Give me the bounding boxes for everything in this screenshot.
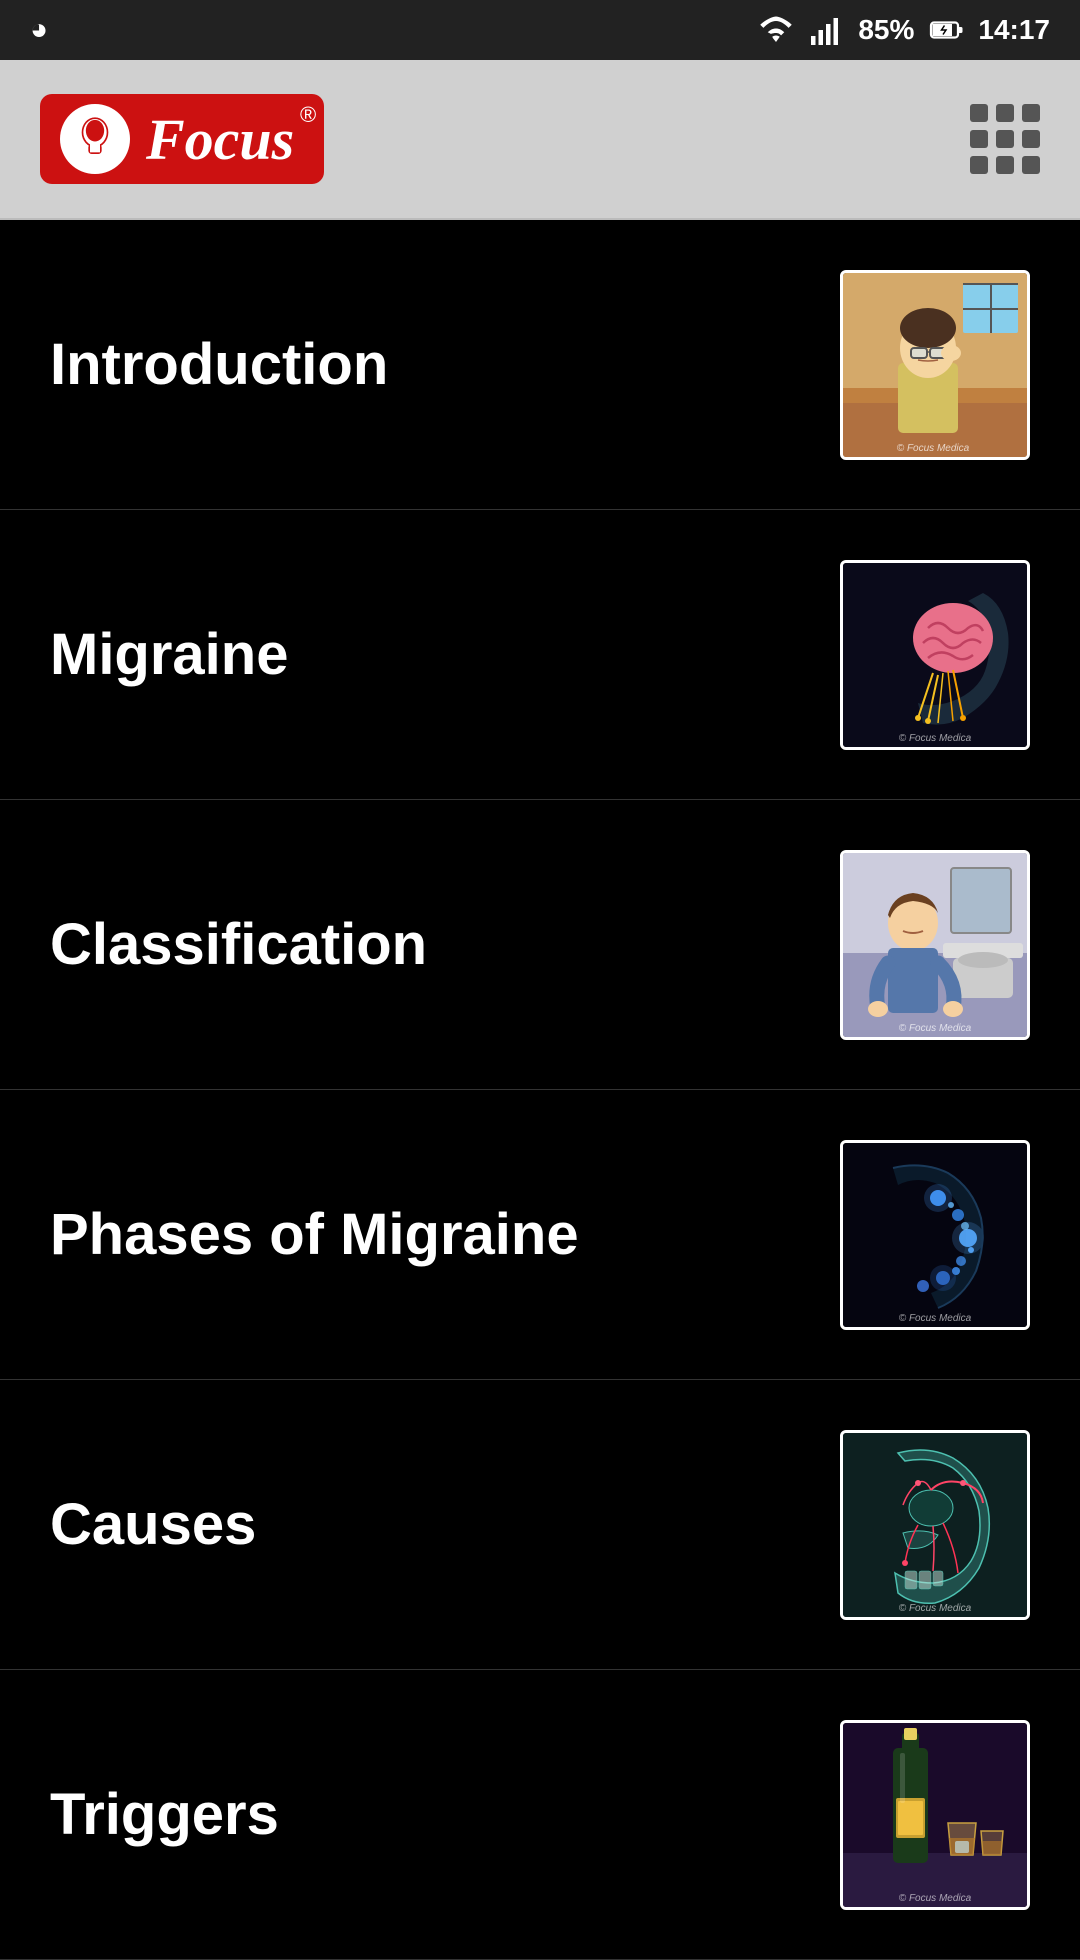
menu-item-label-migraine: Migraine bbox=[50, 621, 840, 688]
grid-dot bbox=[970, 130, 988, 148]
svg-text:© Focus Medica: © Focus Medica bbox=[897, 443, 970, 454]
logo-container: Focus ® bbox=[40, 94, 324, 184]
menu-item-label-classification: Classification bbox=[50, 911, 840, 978]
logo-icon bbox=[60, 104, 130, 174]
grid-dot bbox=[996, 156, 1014, 174]
steering-wheel-icon: ◕ bbox=[30, 13, 48, 47]
svg-text:© Focus Medica: © Focus Medica bbox=[899, 1893, 972, 1904]
grid-dot bbox=[1022, 156, 1040, 174]
registered-symbol: ® bbox=[300, 102, 316, 128]
battery-percent: 85% bbox=[858, 14, 914, 46]
menu-thumbnail-migraine: © Focus Medica bbox=[840, 560, 1030, 750]
menu-item-label-causes: Causes bbox=[50, 1491, 840, 1558]
menu-item-classification[interactable]: Classification bbox=[0, 800, 1080, 1090]
grid-dot bbox=[1022, 104, 1040, 122]
app-header: Focus ® bbox=[0, 60, 1080, 220]
menu-list: Introduction bbox=[0, 220, 1080, 1960]
menu-item-introduction[interactable]: Introduction bbox=[0, 220, 1080, 510]
grid-dot bbox=[1022, 130, 1040, 148]
grid-menu-button[interactable] bbox=[970, 104, 1040, 174]
menu-thumbnail-causes: © Focus Medica bbox=[840, 1430, 1030, 1620]
svg-text:© Focus Medica: © Focus Medica bbox=[899, 1313, 972, 1324]
menu-item-migraine[interactable]: Migraine bbox=[0, 510, 1080, 800]
logo-text: Focus bbox=[146, 106, 294, 173]
menu-thumbnail-introduction: © Focus Medica bbox=[840, 270, 1030, 460]
signal-icon bbox=[808, 12, 844, 48]
logo-badge: Focus ® bbox=[40, 94, 324, 184]
battery-icon bbox=[928, 12, 964, 48]
menu-thumbnail-classification: © Focus Medica bbox=[840, 850, 1030, 1040]
menu-item-label-introduction: Introduction bbox=[50, 331, 840, 398]
menu-thumbnail-phases-of-migraine: © Focus Medica bbox=[840, 1140, 1030, 1330]
wifi-icon bbox=[758, 12, 794, 48]
menu-thumbnail-triggers: © Focus Medica bbox=[840, 1720, 1030, 1910]
status-time: 14:17 bbox=[978, 14, 1050, 46]
svg-text:© Focus Medica: © Focus Medica bbox=[899, 1023, 972, 1034]
menu-item-triggers[interactable]: Triggers bbox=[0, 1670, 1080, 1960]
grid-dot bbox=[996, 130, 1014, 148]
svg-text:© Focus Medica: © Focus Medica bbox=[899, 733, 972, 744]
menu-item-phases-of-migraine[interactable]: Phases of Migraine bbox=[0, 1090, 1080, 1380]
menu-item-label-triggers: Triggers bbox=[50, 1781, 840, 1848]
grid-dot bbox=[970, 104, 988, 122]
grid-dot bbox=[996, 104, 1014, 122]
svg-text:© Focus Medica: © Focus Medica bbox=[899, 1603, 972, 1614]
grid-dot bbox=[970, 156, 988, 174]
status-bar: ◕ 85% 14:17 bbox=[0, 0, 1080, 60]
menu-item-label-phases-of-migraine: Phases of Migraine bbox=[50, 1201, 840, 1268]
menu-item-causes[interactable]: Causes bbox=[0, 1380, 1080, 1670]
status-left: ◕ bbox=[30, 13, 48, 47]
status-right: 85% 14:17 bbox=[758, 12, 1050, 48]
